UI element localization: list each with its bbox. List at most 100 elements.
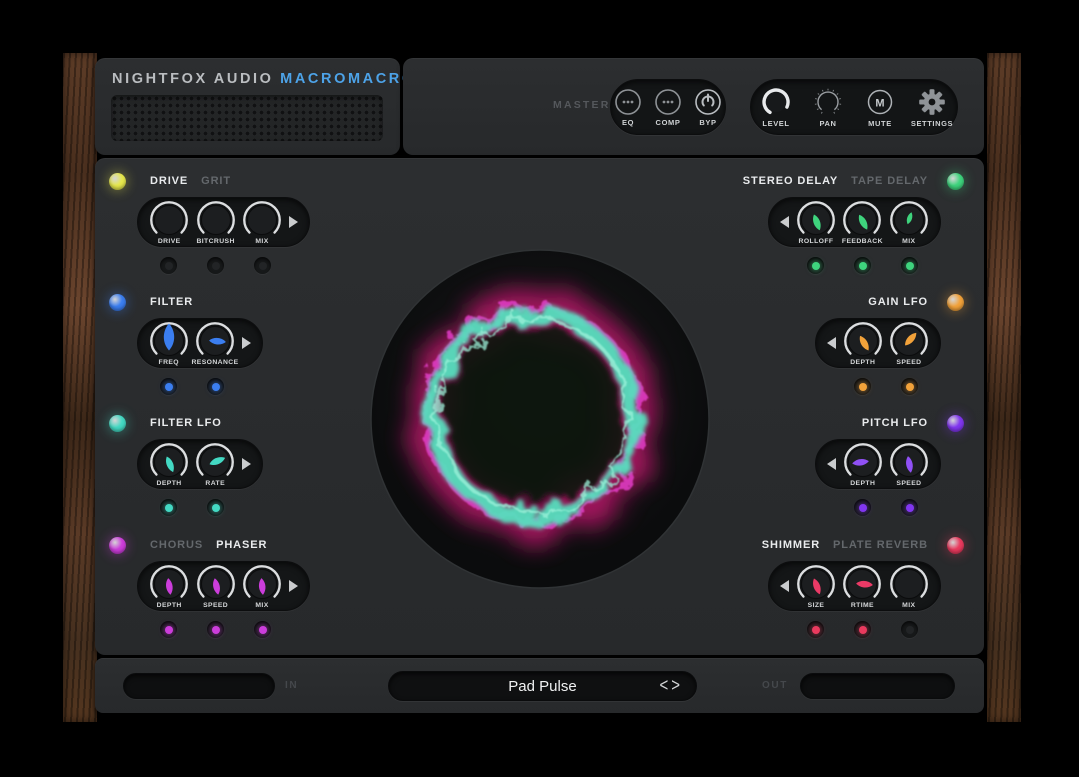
mode-stereo-delay[interactable]: STEREO DELAY <box>743 175 838 187</box>
knob-dial-depth[interactable] <box>843 441 883 483</box>
mute-icon: M <box>863 86 897 118</box>
knob-label: DEPTH <box>850 480 875 487</box>
mini-led-dot <box>906 383 914 391</box>
knob-dial-depth[interactable] <box>843 320 883 362</box>
mode-plate-reverb[interactable]: PLATE REVERB <box>833 539 928 551</box>
wood-panel-left <box>63 53 97 722</box>
mini-led-stereo-delay-2[interactable] <box>854 257 871 274</box>
mini-led-stereo-delay-3[interactable] <box>901 257 918 274</box>
plugin-window: NIGHTFOX AUDIO MACROMACRO MASTER EQ COMP B… <box>0 0 1079 777</box>
knob-dial-feedback[interactable] <box>842 199 882 241</box>
master-panel: MASTER EQ COMP BYP LEVEL PAN MMUTESETTINGS <box>403 58 984 155</box>
power-icon <box>693 87 723 117</box>
master-pan-knob[interactable]: PAN <box>805 86 851 128</box>
preset-prev-button[interactable]: < <box>659 674 668 699</box>
knob-shimmer-size[interactable]: SIZE <box>793 563 839 609</box>
master-switch-label: COMP <box>656 118 681 127</box>
module-titles-shimmer: SHIMMER PLATE REVERB <box>762 539 928 551</box>
triangle-left-icon <box>827 337 836 349</box>
master-comp-button[interactable]: COMP <box>651 87 685 127</box>
brand-panel: NIGHTFOX AUDIO MACROMACRO <box>95 58 400 155</box>
knob-dial-speed[interactable] <box>889 320 929 362</box>
knob-shimmer-rtime[interactable]: RTIME <box>839 563 885 609</box>
knob-label: DEPTH <box>850 359 875 366</box>
master-byp-button[interactable]: BYP <box>691 87 725 127</box>
mini-led-shimmer-3[interactable] <box>901 621 918 638</box>
module-titles-gain-lfo: GAIN LFO <box>868 296 928 308</box>
svg-text:M: M <box>875 98 884 110</box>
mini-led-gain-lfo-2[interactable] <box>901 378 918 395</box>
knob-gain-lfo-depth[interactable]: DEPTH <box>840 320 886 366</box>
dots-icon <box>653 87 683 117</box>
knob-pill-gain-lfo: DEPTH SPEED <box>815 318 941 368</box>
mini-led-dot <box>812 262 820 270</box>
master-control-group: LEVEL PAN MMUTESETTINGS <box>750 79 958 135</box>
knob-label: RTIME <box>851 602 874 609</box>
expand-left-arrow-gain-lfo[interactable] <box>824 337 840 349</box>
master-level-knob[interactable]: LEVEL <box>753 86 799 128</box>
knob-dial-mix[interactable] <box>889 563 929 605</box>
master-eq-button[interactable]: EQ <box>611 87 645 127</box>
knob-pitch-lfo-depth[interactable]: DEPTH <box>840 441 886 487</box>
master-label: MASTER <box>553 99 611 111</box>
triangle-left-icon <box>780 216 789 228</box>
module-stereo-delay: STEREO DELAY TAPE DELAY ROLLOFFFEEDBACKMIX <box>95 173 984 275</box>
knob-pill-stereo-delay: ROLLOFFFEEDBACKMIX <box>768 197 941 247</box>
knob-label: SPEED <box>896 480 921 487</box>
module-led-pitch-lfo[interactable] <box>947 415 964 432</box>
product-name: MACROMACRO <box>280 71 416 87</box>
knob-dial-size[interactable] <box>796 563 836 605</box>
triangle-left-icon <box>827 458 836 470</box>
module-led-gain-lfo[interactable] <box>947 294 964 311</box>
mode-tape-delay[interactable]: TAPE DELAY <box>851 175 928 187</box>
module-gain-lfo: GAIN LFO DEPTH SPEED <box>95 294 984 396</box>
knob-gain-lfo-speed[interactable]: SPEED <box>886 320 932 366</box>
mode-shimmer[interactable]: SHIMMER <box>762 539 820 551</box>
preset-name: Pad Pulse <box>508 678 576 695</box>
master-switch-label: EQ <box>622 118 634 127</box>
knob-stereo-delay-mix[interactable]: MIX <box>886 199 932 245</box>
mini-led-dot <box>859 262 867 270</box>
preset-nav: < > <box>659 676 680 696</box>
module-titles-pitch-lfo: PITCH LFO <box>862 417 928 429</box>
wood-panel-right <box>987 53 1021 722</box>
mode-pitch-lfo[interactable]: PITCH LFO <box>862 417 928 429</box>
module-shimmer: SHIMMER PLATE REVERB SIZE RTIME MIX <box>95 537 984 639</box>
gear-icon <box>915 86 949 118</box>
master-switch-group: EQ COMP BYP <box>610 79 726 135</box>
mini-led-stereo-delay-1[interactable] <box>807 257 824 274</box>
master-mute-knob[interactable]: MMUTE <box>857 86 903 128</box>
preset-selector[interactable]: Pad Pulse < > <box>388 671 697 701</box>
knob-shimmer-mix[interactable]: MIX <box>886 563 932 609</box>
brand-name: NIGHTFOX AUDIO <box>112 71 274 87</box>
module-led-stereo-delay[interactable] <box>947 173 964 190</box>
knob-dial-rtime[interactable] <box>842 563 882 605</box>
knob-pitch-lfo-speed[interactable]: SPEED <box>886 441 932 487</box>
knob-label: MIX <box>902 602 915 609</box>
output-meter <box>800 673 955 699</box>
knob-dial-rolloff[interactable] <box>796 199 836 241</box>
mini-led-pitch-lfo-2[interactable] <box>901 499 918 516</box>
mini-led-dot <box>859 383 867 391</box>
module-led-shimmer[interactable] <box>947 537 964 554</box>
master-control-label: PAN <box>819 119 836 128</box>
mini-led-gain-lfo-1[interactable] <box>854 378 871 395</box>
out-label: OUT <box>762 680 788 691</box>
knob-dial-mix[interactable] <box>889 199 929 241</box>
preset-next-button[interactable]: > <box>671 674 680 699</box>
input-meter <box>123 673 275 699</box>
speaker-grille <box>111 95 383 141</box>
mini-led-pitch-lfo-1[interactable] <box>854 499 871 516</box>
mode-gain-lfo[interactable]: GAIN LFO <box>868 296 928 308</box>
knob-stereo-delay-rolloff[interactable]: ROLLOFF <box>793 199 839 245</box>
brand-title: NIGHTFOX AUDIO MACROMACRO <box>112 71 416 87</box>
expand-left-arrow-pitch-lfo[interactable] <box>824 458 840 470</box>
master-settings-button[interactable]: SETTINGS <box>909 86 955 128</box>
expand-left-arrow-stereo-delay[interactable] <box>777 216 793 228</box>
triangle-left-icon <box>780 580 789 592</box>
mini-led-shimmer-2[interactable] <box>854 621 871 638</box>
mini-led-shimmer-1[interactable] <box>807 621 824 638</box>
knob-dial-speed[interactable] <box>889 441 929 483</box>
knob-stereo-delay-feedback[interactable]: FEEDBACK <box>839 199 885 245</box>
expand-left-arrow-shimmer[interactable] <box>777 580 793 592</box>
